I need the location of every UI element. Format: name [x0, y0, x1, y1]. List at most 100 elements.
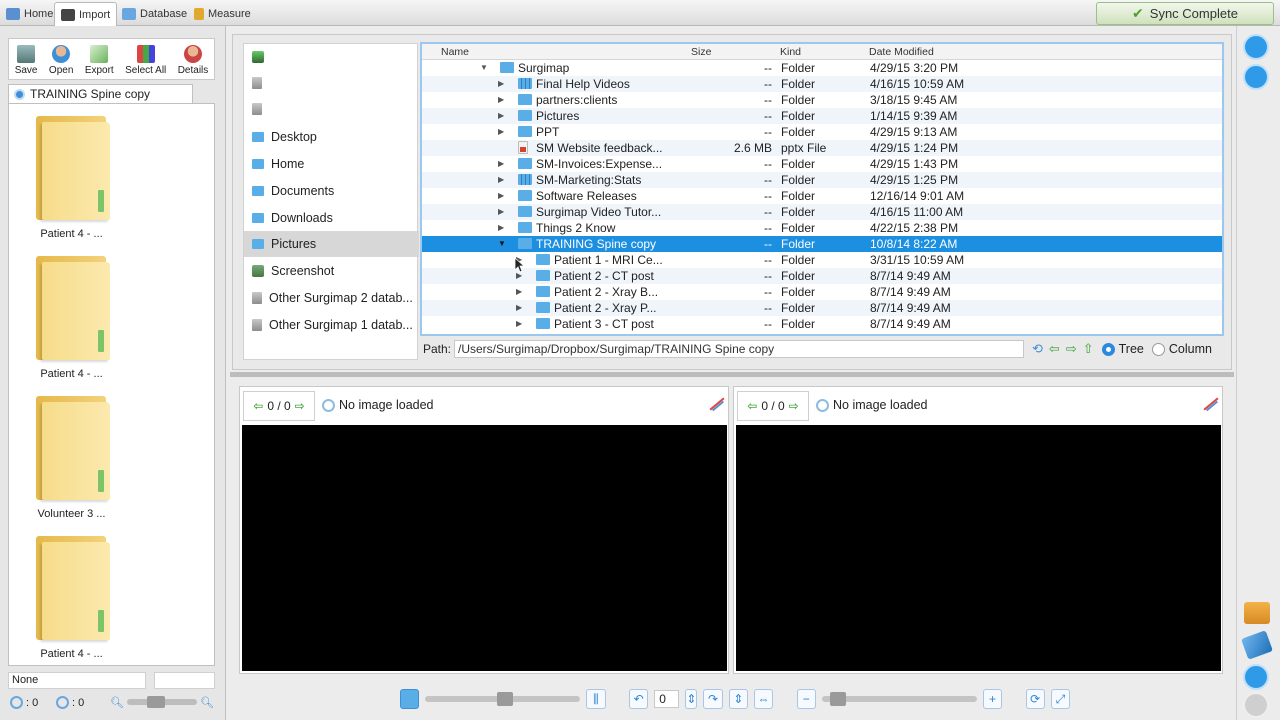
save-button[interactable]: Save — [15, 45, 38, 76]
file-row[interactable]: ▶ partners:clients -- Folder 3/18/15 9:45 AM — [422, 92, 1222, 108]
refresh-icon[interactable]: ⟲ — [1032, 341, 1043, 357]
file-row[interactable]: ▶ Patient 2 - Xray B... -- Folder 8/7/14 9:4… — [422, 284, 1222, 300]
brightness-slider-knob[interactable] — [497, 692, 514, 706]
details-button[interactable]: Details — [178, 45, 208, 76]
disclosure-closed-icon[interactable]: ▶ — [498, 111, 504, 120]
place-device[interactable] — [244, 44, 419, 70]
disclosure-closed-icon[interactable]: ▶ — [498, 79, 504, 88]
study-tab[interactable]: TRAINING Spine copy — [8, 84, 193, 103]
file-row[interactable]: ▶ Software Releases -- Folder 12/16/14 9:01 … — [422, 188, 1222, 204]
file-row[interactable]: ▶ Patient 3 - CT post -- Folder 8/7/14 9:49 … — [422, 316, 1222, 332]
profile-card-icon[interactable] — [1243, 34, 1269, 60]
file-row[interactable]: SM Website feedback... 2.6 MB pptx File 4/2… — [422, 140, 1222, 156]
panel-splitter[interactable] — [230, 372, 1234, 377]
file-row[interactable]: ▶ SM-Invoices:Expense... -- Folder 4/29/15 1… — [422, 156, 1222, 172]
measure-tool-icon[interactable] — [707, 396, 725, 412]
frame-input[interactable]: 0 — [654, 690, 680, 708]
file-row[interactable]: ▶ Final Help Videos -- Folder 4/16/15 10:59 … — [422, 76, 1222, 92]
zoom-minus-icon[interactable]: − — [796, 689, 816, 709]
open-button[interactable]: Open — [49, 45, 73, 76]
disclosure-closed-icon[interactable]: ▶ — [516, 287, 522, 296]
zoom-out-icon[interactable]: 🔍︎ — [110, 696, 124, 709]
prev-arrow-icon[interactable]: ⇦ — [747, 399, 757, 413]
view-tree-radio[interactable]: Tree — [1101, 342, 1144, 356]
disclosure-open-icon[interactable]: ▼ — [480, 63, 488, 72]
place-desktop[interactable]: Desktop — [244, 124, 419, 150]
rotate-right-icon[interactable]: ↷ — [703, 689, 723, 709]
back-arrow-icon[interactable]: ⇦ — [1049, 341, 1060, 357]
brightness-slider[interactable] — [425, 692, 581, 706]
place-drive[interactable] — [244, 96, 419, 122]
camera-icon[interactable] — [1244, 602, 1270, 624]
column-name[interactable]: Name — [441, 46, 469, 58]
place-downloads[interactable]: Downloads — [244, 205, 419, 231]
zoom-slider-knob[interactable] — [829, 692, 846, 706]
column-size[interactable]: Size — [691, 46, 711, 58]
place-other-db-2[interactable]: Other Surgimap 2 datab... — [244, 285, 419, 311]
disclosure-closed-icon[interactable]: ▶ — [498, 207, 504, 216]
disclosure-open-icon[interactable]: ▼ — [498, 239, 506, 248]
view-column-radio[interactable]: Column — [1151, 342, 1212, 356]
file-row[interactable]: ▶ PPT -- Folder 4/29/15 9:13 AM — [422, 124, 1222, 140]
select-all-button[interactable]: Select All — [125, 45, 166, 76]
filter-secondary-field[interactable] — [154, 672, 215, 689]
disclosure-closed-icon[interactable]: ▶ — [498, 95, 504, 104]
file-row[interactable]: ▼ Surgimap -- Folder 4/29/15 3:20 PM — [422, 60, 1222, 76]
disclosure-closed-icon[interactable]: ▶ — [516, 319, 522, 328]
zoom-slider[interactable] — [126, 696, 197, 708]
viewer-canvas[interactable] — [736, 425, 1221, 671]
disclosure-closed-icon[interactable]: ▶ — [516, 303, 522, 312]
file-list[interactable]: Name Size Kind Date Modified ▼ Surgimap --… — [420, 42, 1224, 336]
panel-toggle-icon[interactable] — [400, 689, 420, 709]
tab-home[interactable]: Home — [0, 2, 59, 26]
tab-measure[interactable]: Measure — [188, 2, 257, 26]
forward-arrow-icon[interactable]: ⇨ — [1066, 341, 1077, 357]
list-icon[interactable] — [1243, 64, 1269, 90]
file-row[interactable]: ▶ Things 2 Know -- Folder 4/22/15 2:38 PM — [422, 220, 1222, 236]
tab-import[interactable]: Import — [54, 2, 118, 26]
viewer-canvas[interactable] — [242, 425, 727, 671]
zoom-slider[interactable] — [821, 692, 977, 706]
settings-gear-icon[interactable] — [1243, 692, 1269, 718]
thumbnail-item[interactable]: Patient 4 - ... — [9, 526, 134, 665]
next-arrow-icon[interactable]: ⇨ — [789, 399, 799, 413]
thumbnail-list[interactable]: Patient 4 - ... Patient 4 - ... Voluntee… — [8, 103, 215, 666]
thumbnail-item[interactable]: Patient 4 - ... — [9, 106, 134, 246]
path-input[interactable]: /Users/Surgimap/Dropbox/Surgimap/TRAININ… — [454, 340, 1024, 358]
file-row[interactable]: ▶ Pictures -- Folder 1/14/15 9:39 AM — [422, 108, 1222, 124]
disclosure-closed-icon[interactable]: ▶ — [498, 191, 504, 200]
phone-icon[interactable] — [1243, 664, 1269, 690]
disclosure-closed-icon[interactable]: ▶ — [498, 159, 504, 168]
place-other-db-1[interactable]: Other Surgimap 1 datab... — [244, 312, 419, 338]
flip-horizontal-icon[interactable]: ⇔ — [753, 689, 774, 709]
place-drive[interactable] — [244, 70, 419, 96]
filter-field[interactable]: None — [8, 672, 146, 689]
thumbnail-zoom[interactable]: 🔍︎ 🔍︎ — [110, 694, 214, 710]
file-row[interactable]: ▶ Patient 2 - CT post -- Folder 8/7/14 9:49 … — [422, 268, 1222, 284]
file-row[interactable]: ▼ TRAINING Spine copy -- Folder 10/8/14 8:22… — [422, 236, 1222, 252]
zoom-plus-icon[interactable]: + — [982, 689, 1003, 709]
place-pictures[interactable]: Pictures — [244, 231, 419, 257]
file-row[interactable]: ▶ Surgimap Video Tutor... -- Folder 4/16/15 … — [422, 204, 1222, 220]
zoom-in-icon[interactable]: 🔍︎ — [200, 696, 214, 709]
flip-vertical-icon[interactable]: ⇕ — [728, 689, 748, 709]
zoom-slider-knob[interactable] — [146, 696, 165, 708]
sync-icon[interactable]: ⟳ — [1025, 689, 1045, 709]
tab-database[interactable]: Database — [116, 2, 193, 26]
place-screenshot[interactable]: Screenshot — [244, 258, 419, 284]
prev-arrow-icon[interactable]: ⇦ — [253, 399, 263, 413]
file-row[interactable]: ▶ Patient 2 - Xray P... -- Folder 8/7/14 9:4… — [422, 300, 1222, 316]
thumbnail-item[interactable]: Volunteer 3 ... — [9, 386, 134, 526]
place-home[interactable]: Home — [244, 151, 419, 177]
next-arrow-icon[interactable]: ⇨ — [295, 399, 305, 413]
book-icon[interactable] — [1241, 630, 1273, 660]
file-row[interactable]: ▶ SM-Marketing:Stats -- Folder 4/29/15 1:25 … — [422, 172, 1222, 188]
rotate-left-icon[interactable]: ↶ — [629, 689, 649, 709]
fullscreen-icon[interactable]: ⤢ — [1050, 689, 1071, 709]
stepper-icon[interactable]: ⇕ — [685, 689, 698, 709]
adjust-icon[interactable]: ⫼ — [586, 689, 606, 709]
disclosure-closed-icon[interactable]: ▶ — [498, 223, 504, 232]
place-documents[interactable]: Documents — [244, 178, 419, 204]
sync-status-button[interactable]: ✔ Sync Complete — [1096, 2, 1274, 25]
export-button[interactable]: Export — [85, 45, 114, 76]
